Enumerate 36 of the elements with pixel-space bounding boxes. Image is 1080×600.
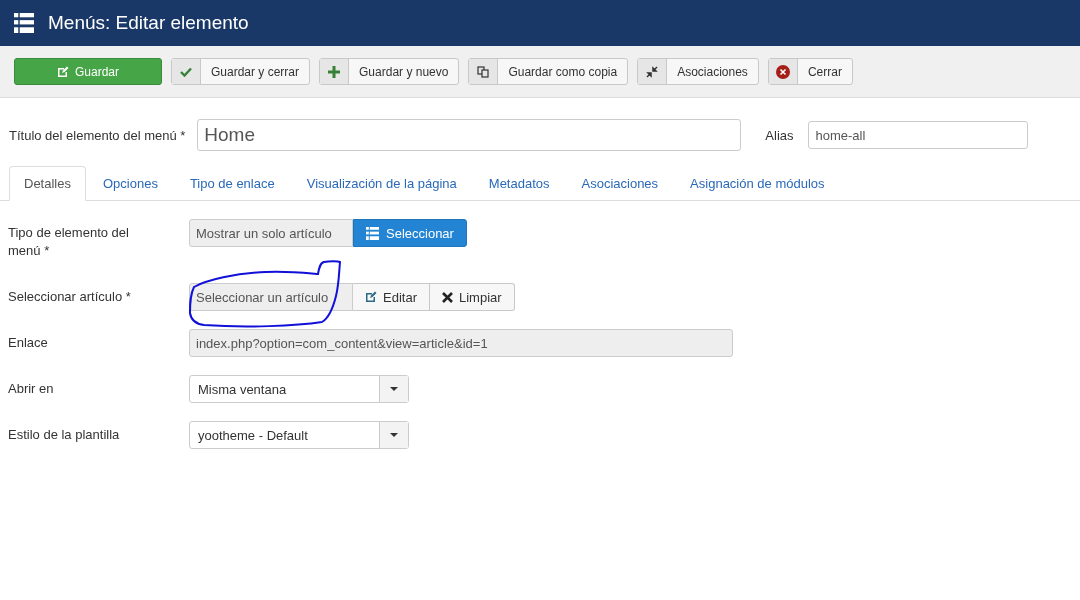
list-icon (14, 13, 34, 33)
field-label: Abrir en (8, 380, 55, 398)
field-label: Estilo de la plantilla (8, 426, 121, 444)
alias-input[interactable]: home-all (807, 121, 1028, 149)
x-icon (441, 291, 453, 303)
copy-icon (477, 65, 490, 78)
list-icon (366, 226, 379, 240)
check-icon (180, 66, 192, 77)
toolbar-button[interactable]: Asociaciones (637, 58, 759, 85)
select-field[interactable]: Misma ventana (189, 375, 409, 403)
close-icon (775, 64, 790, 79)
field-label: Enlace (8, 334, 49, 352)
caret-icon (390, 387, 398, 391)
field-label: Seleccionar artículo * (8, 288, 132, 306)
title-input[interactable]: Home (197, 119, 742, 151)
field-label: Título del elemento del menú * (9, 127, 186, 143)
page-title: Menús: Editar elemento (48, 12, 249, 34)
compress-icon (646, 65, 659, 78)
edit-button[interactable]: Editar (353, 283, 430, 311)
caret-icon (390, 433, 398, 437)
clear-button[interactable]: Limpiar (429, 283, 515, 311)
toolbar-button[interactable]: Cerrar (767, 58, 853, 85)
plus-icon (328, 65, 341, 78)
toolbar-button[interactable]: Guardar y cerrar (171, 58, 311, 85)
select-field[interactable]: yootheme - Default (189, 421, 409, 449)
toolbar-button[interactable]: Guardar y nuevo (319, 58, 460, 85)
field-label: Alias (765, 127, 794, 143)
field-label: Tipo de elemento del menú * (8, 224, 130, 260)
link-field: index.php?option=com_content&view=article&id=1 (189, 329, 733, 357)
select-button[interactable]: Seleccionar (353, 219, 467, 247)
edit-icon (57, 65, 69, 78)
edit-icon (365, 291, 377, 303)
value-field: Seleccionar un artículo (189, 283, 353, 311)
tab[interactable]: Detalles (9, 166, 86, 201)
value-field: Mostrar un solo artículo (189, 219, 353, 247)
toolbar-button[interactable]: Guardar como copia (468, 58, 629, 85)
